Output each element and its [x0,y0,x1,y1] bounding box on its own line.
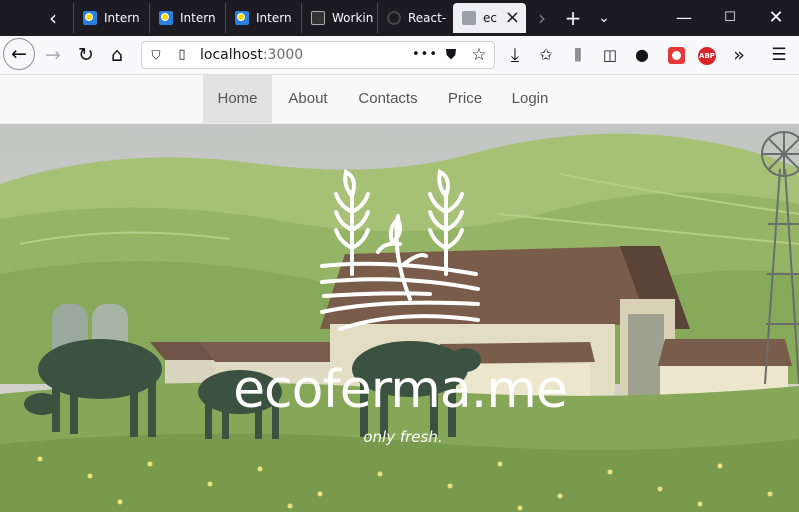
browser-tab[interactable]: Workin [301,3,377,33]
browser-toolbar: ← → ↻ ⌂ ⛉ ▯ localhost:3000 ••• ⛊ ☆ ⤓ ✩ ⫼… [0,36,799,75]
page-actions-icon[interactable]: ••• [412,42,437,68]
blue-monitor-icon [83,11,97,25]
hero-banner: ecoferma.me only fresh. [0,124,799,512]
shield-icon[interactable]: ⛉ [146,42,166,68]
gray-page-icon [462,11,476,25]
nav-link-contacts[interactable]: Contacts [346,75,430,123]
tab-title: Intern [256,11,292,25]
browser-tab[interactable]: Intern [225,3,301,33]
extension-icon[interactable] [668,47,685,64]
nav-link-about[interactable]: About [275,75,341,123]
browser-tab-active[interactable]: ec × [453,3,526,33]
blue-monitor-icon [159,11,173,25]
reload-button[interactable]: ↻ [71,40,101,70]
tab-title: Intern [104,11,140,25]
browser-tab[interactable]: React- [377,3,453,33]
maximize-window-button[interactable]: ☐ [707,0,753,36]
pocket-icon[interactable]: ⛊ [440,42,462,68]
adblock-icon[interactable]: ABP [698,47,716,65]
sidebar-icon[interactable]: ◫ [595,40,625,70]
bookmarks-star-icon[interactable]: ✩ [531,40,561,70]
site-navbar: Home About Contacts Price Login [0,75,799,124]
brand-logo-text: ecoferma.me [233,360,568,420]
tab-scroll-left-button[interactable]: ‹ [38,4,68,32]
url-host: localhost [200,47,263,63]
tab-title: Intern [180,11,216,25]
downloads-icon[interactable]: ⤓ [500,40,530,70]
more-tools-icon[interactable]: » [724,40,754,70]
url-bar[interactable]: ⛉ ▯ localhost:3000 ••• ⛊ ☆ [141,41,495,69]
back-button[interactable]: ← [3,38,35,70]
home-button[interactable]: ⌂ [102,40,132,70]
tab-title: ec [483,11,497,25]
tab-strip: ‹ Intern Intern Intern Workin React- ec … [0,0,799,36]
bookmark-star-icon[interactable]: ☆ [468,42,490,68]
forward-button[interactable]: → [38,40,68,70]
url-port: :3000 [262,47,304,63]
nav-link-login[interactable]: Login [502,75,558,123]
list-all-tabs-button[interactable]: ⌄ [589,4,619,32]
tab-title: React- [408,11,447,25]
page-info-icon[interactable]: ▯ [172,42,192,68]
brand-tagline: only fresh. [363,428,443,446]
react-ring-icon [387,11,401,25]
account-icon[interactable]: ● [627,40,657,70]
blue-monitor-icon [235,11,249,25]
url-text[interactable]: localhost:3000 [200,42,303,68]
library-icon[interactable]: ⫼ [563,40,593,70]
close-tab-icon[interactable]: × [505,3,520,33]
menu-icon[interactable]: ☰ [764,40,794,70]
new-tab-button[interactable]: + [558,4,588,32]
browser-tab[interactable]: Intern [73,3,149,33]
minimize-window-button[interactable]: — [661,0,707,36]
nav-link-home[interactable]: Home [203,75,272,123]
browser-tab[interactable]: Intern [149,3,225,33]
dark-badge-icon [311,11,325,25]
nav-link-price[interactable]: Price [436,75,494,123]
farm-illustration [0,124,799,512]
tab-scroll-right-button[interactable]: › [527,4,557,32]
close-window-button[interactable]: ✕ [753,0,799,36]
tab-title: Workin [332,11,374,25]
